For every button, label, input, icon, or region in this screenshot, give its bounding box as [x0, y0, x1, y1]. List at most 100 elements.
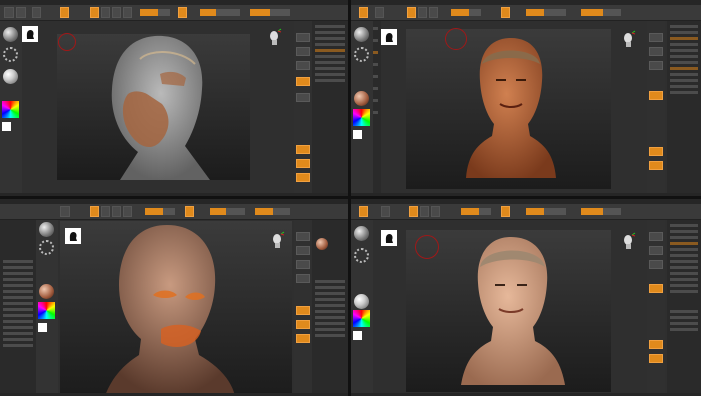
tray-item[interactable] [670, 278, 698, 281]
tray-item[interactable] [670, 79, 698, 82]
tray-item[interactable] [315, 292, 345, 295]
nav-button[interactable] [296, 33, 310, 42]
tray-item[interactable] [315, 73, 345, 76]
zadd-button[interactable] [185, 206, 194, 217]
tray-item[interactable] [3, 302, 33, 305]
zadd-button[interactable] [178, 7, 187, 18]
color-picker-icon[interactable] [2, 101, 19, 118]
zadd-button[interactable] [501, 206, 510, 217]
scale-button[interactable] [112, 7, 121, 18]
tray-item[interactable] [315, 49, 345, 52]
tray-item[interactable] [315, 304, 345, 307]
tray-item[interactable] [670, 61, 698, 64]
tray-item[interactable] [3, 338, 33, 341]
rotate-button[interactable] [123, 7, 132, 18]
edit-button[interactable] [60, 7, 69, 18]
tray-item[interactable] [3, 290, 33, 293]
rgb-intensity-slider[interactable] [145, 208, 175, 215]
nav-button[interactable] [296, 232, 310, 241]
tray-item[interactable] [670, 322, 698, 325]
axis-gizmo-icon[interactable] [622, 30, 636, 48]
tray-item[interactable] [3, 332, 33, 335]
tray-item[interactable] [670, 310, 698, 313]
nav-button[interactable] [649, 33, 663, 42]
nav-button-active[interactable] [649, 284, 663, 293]
nav-button[interactable] [649, 260, 663, 269]
dots-stroke-icon[interactable] [3, 47, 18, 62]
scale-button[interactable] [429, 7, 438, 18]
dots-stroke-icon[interactable] [39, 240, 54, 255]
draw-button[interactable] [409, 206, 418, 217]
tray-item[interactable] [3, 272, 33, 275]
focal-shift-slider[interactable] [210, 208, 245, 215]
rgb-intensity-slider[interactable] [140, 9, 170, 16]
toolbar-button[interactable] [32, 7, 41, 18]
material-sphere-icon[interactable] [39, 284, 54, 299]
axis-gizmo-icon[interactable] [622, 232, 636, 250]
main-color-swatch[interactable] [353, 130, 362, 139]
tray-item[interactable] [670, 224, 698, 227]
tray-item[interactable] [670, 43, 698, 46]
nav-button-active[interactable] [649, 161, 663, 170]
color-picker-icon[interactable] [353, 109, 370, 126]
edit-button[interactable] [90, 206, 99, 217]
focal-shift-slider[interactable] [200, 9, 240, 16]
draw-size-slider[interactable] [250, 9, 290, 16]
tray-item[interactable] [670, 230, 698, 233]
nav-button-active[interactable] [649, 354, 663, 363]
nav-button[interactable] [296, 260, 310, 269]
main-color-swatch[interactable] [38, 323, 47, 332]
sphere-brush-icon[interactable] [354, 27, 369, 42]
nav-button[interactable] [649, 246, 663, 255]
draw-size-slider[interactable] [581, 9, 621, 16]
nav-button[interactable] [649, 232, 663, 241]
tray-item[interactable] [3, 266, 33, 269]
rgb-intensity-slider[interactable] [451, 9, 481, 16]
nav-button-active[interactable] [296, 334, 310, 343]
main-color-swatch[interactable] [2, 122, 11, 131]
axis-gizmo-icon[interactable] [271, 231, 285, 249]
tray-item[interactable] [670, 91, 698, 94]
tray-item[interactable] [315, 280, 345, 283]
draw-size-slider[interactable] [581, 208, 621, 215]
scale-button[interactable] [123, 206, 132, 217]
tray-item[interactable] [670, 260, 698, 263]
edit-button[interactable] [359, 206, 368, 217]
nav-button-active[interactable] [296, 173, 310, 182]
nav-button[interactable] [296, 47, 310, 56]
tray-item[interactable] [315, 328, 345, 331]
nav-button[interactable] [296, 246, 310, 255]
tray-item[interactable] [315, 37, 345, 40]
toolbar-button[interactable] [375, 7, 384, 18]
nav-button[interactable] [296, 61, 310, 70]
tray-item[interactable] [670, 248, 698, 251]
tray-item[interactable] [3, 314, 33, 317]
tray-item[interactable] [3, 260, 33, 263]
tray-item[interactable] [670, 55, 698, 58]
tray-item[interactable] [670, 242, 698, 245]
tray-item[interactable] [315, 25, 345, 28]
nav-button[interactable] [296, 93, 310, 102]
sphere-brush-icon[interactable] [3, 27, 18, 42]
tray-item[interactable] [315, 310, 345, 313]
tray-item[interactable] [670, 290, 698, 293]
dots-stroke-icon[interactable] [354, 248, 369, 263]
tray-item[interactable] [670, 73, 698, 76]
nav-button-active[interactable] [296, 306, 310, 315]
rgb-intensity-slider[interactable] [461, 208, 491, 215]
tray-item[interactable] [315, 316, 345, 319]
color-picker-icon[interactable] [353, 310, 370, 327]
move-button[interactable] [418, 7, 427, 18]
main-color-swatch[interactable] [353, 331, 362, 340]
nav-button[interactable] [296, 274, 310, 283]
tray-item[interactable] [3, 320, 33, 323]
tray-item[interactable] [315, 55, 345, 58]
nav-button-active[interactable] [649, 91, 663, 100]
nav-button[interactable] [649, 47, 663, 56]
nav-button-active[interactable] [649, 340, 663, 349]
toolbar-button[interactable] [4, 7, 14, 18]
tray-item[interactable] [3, 344, 33, 347]
nav-button-active[interactable] [296, 77, 310, 86]
nav-button[interactable] [649, 61, 663, 70]
sphere-brush-icon[interactable] [39, 222, 54, 237]
